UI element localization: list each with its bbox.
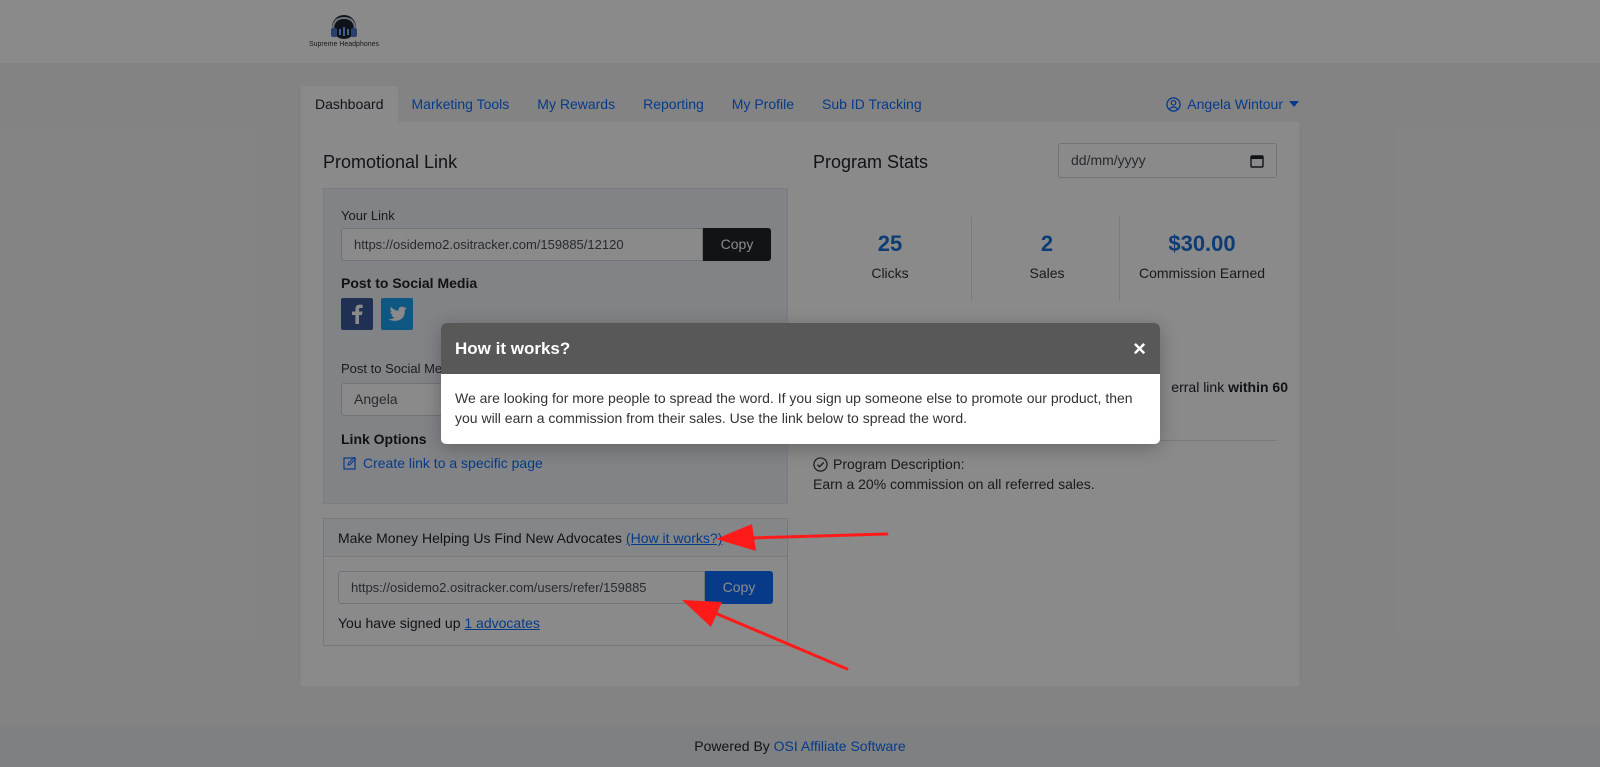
how-it-works-modal: How it works? × We are looking for more … xyxy=(441,323,1160,444)
modal-header: How it works? × xyxy=(441,323,1160,374)
modal-title: How it works? xyxy=(455,338,571,358)
close-icon[interactable]: × xyxy=(1133,337,1146,360)
modal-body-text: We are looking for more people to spread… xyxy=(455,390,1133,426)
